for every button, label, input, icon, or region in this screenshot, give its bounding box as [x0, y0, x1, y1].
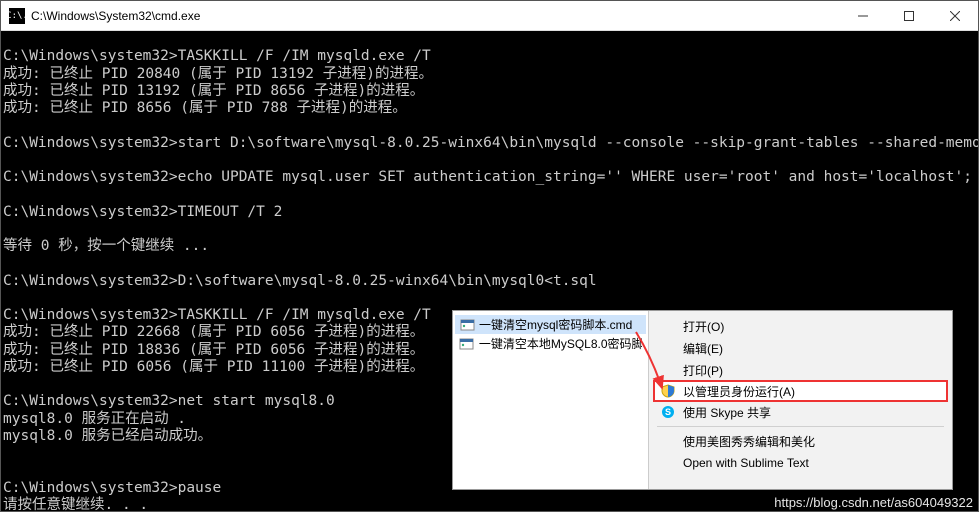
file-item[interactable]: 一键清空mysql密码脚本.cmd — [455, 315, 646, 334]
context-menu: 打开(O) 编辑(E) 打印(P) 以管理员身份运行(A) S 使用 Skype 共享使用… — [648, 311, 952, 489]
context-menu-item[interactable]: 使用美图秀秀编辑和美化 — [649, 430, 952, 452]
blank-icon — [659, 362, 677, 378]
file-list: 一键清空mysql密码脚本.cmd 一键清空本地MySQL8.0密码脚 — [453, 311, 648, 489]
context-menu-item[interactable]: Open with Sublime Text — [649, 452, 952, 474]
context-menu-item[interactable]: 打开(O) — [649, 315, 952, 337]
blank-icon — [659, 340, 677, 356]
cmd-icon: C:\. — [9, 8, 25, 24]
context-menu-item[interactable]: 打印(P) — [649, 359, 952, 381]
context-menu-label: 打印(P) — [683, 362, 938, 379]
context-menu-label: 打开(O) — [683, 318, 938, 335]
blank-icon — [659, 455, 677, 471]
context-menu-label: 以管理员身份运行(A) — [683, 383, 938, 400]
batch-file-icon — [459, 318, 475, 331]
context-menu-item[interactable]: 以管理员身份运行(A) — [653, 380, 948, 402]
context-menu-label: 编辑(E) — [683, 340, 938, 357]
skype-icon: S — [659, 404, 677, 420]
blank-icon — [659, 318, 677, 334]
titlebar[interactable]: C:\. C:\Windows\System32\cmd.exe — [1, 1, 978, 31]
shield-icon — [659, 383, 677, 399]
close-button[interactable] — [932, 1, 978, 31]
context-menu-label: 使用 Skype 共享 — [683, 404, 938, 421]
window-title: C:\Windows\System32\cmd.exe — [31, 9, 840, 23]
batch-file-icon — [459, 337, 475, 350]
minimize-button[interactable] — [840, 1, 886, 31]
context-menu-item[interactable]: S 使用 Skype 共享 — [649, 401, 952, 423]
svg-text:S: S — [665, 407, 671, 417]
watermark: https://blog.csdn.net/as604049322 — [774, 495, 973, 510]
context-menu-item[interactable]: 编辑(E) — [649, 337, 952, 359]
file-item[interactable]: 一键清空本地MySQL8.0密码脚 — [455, 334, 646, 353]
file-item-label: 一键清空本地MySQL8.0密码脚 — [479, 335, 642, 352]
menu-separator — [657, 426, 944, 427]
blank-icon — [659, 433, 677, 449]
file-item-label: 一键清空mysql密码脚本.cmd — [479, 316, 632, 333]
context-overlay: 一键清空mysql密码脚本.cmd 一键清空本地MySQL8.0密码脚 打开(O)… — [452, 310, 953, 490]
context-menu-label: 使用美图秀秀编辑和美化 — [683, 433, 938, 450]
context-menu-label: Open with Sublime Text — [683, 456, 938, 470]
maximize-button[interactable] — [886, 1, 932, 31]
